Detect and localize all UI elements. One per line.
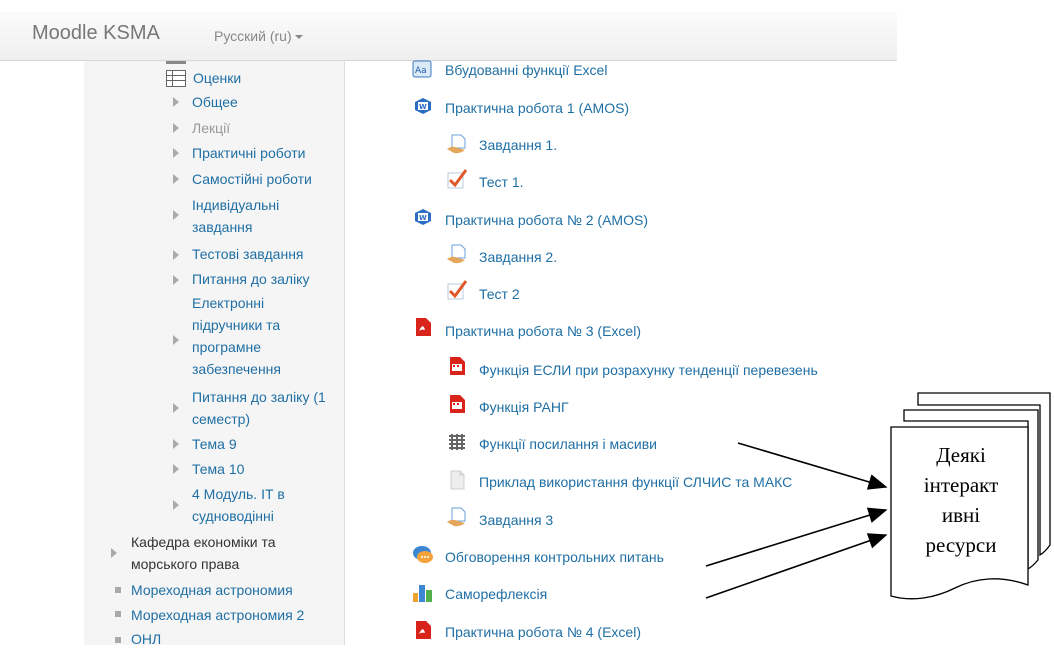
callout-note: Деякі інтеракт ивні ресурси [892,440,1030,560]
callout-line: Деякі [936,443,986,467]
callout-line: ресурси [925,533,997,557]
callout-line: інтеракт [923,473,999,497]
callout-line: ивні [941,503,981,527]
